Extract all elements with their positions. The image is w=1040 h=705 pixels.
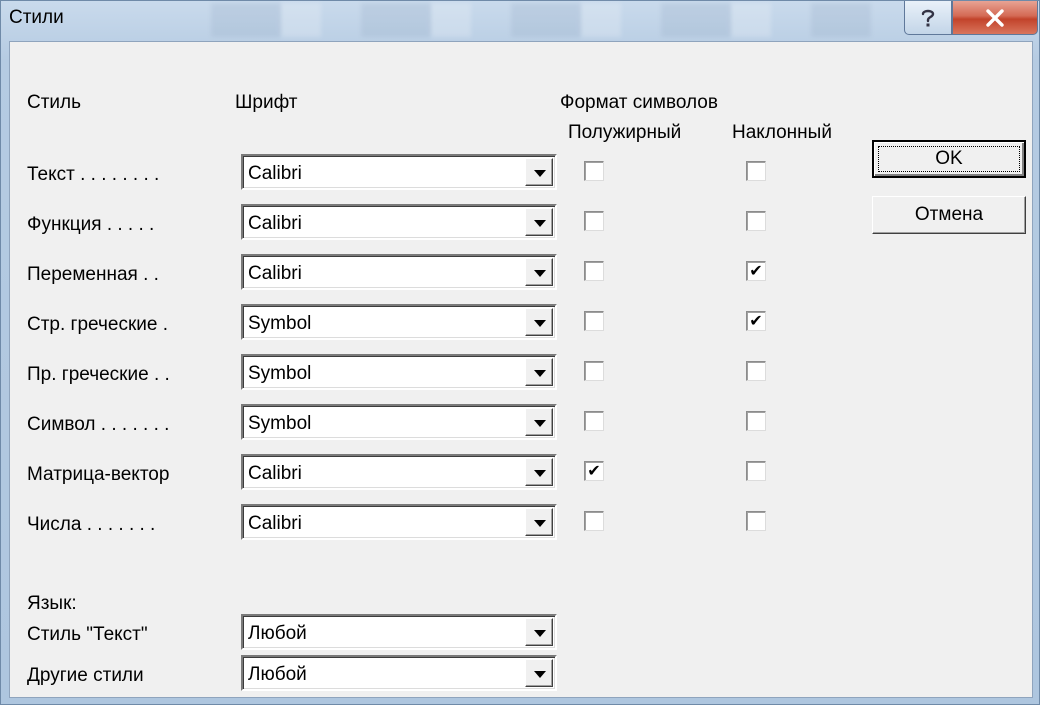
cancel-button-label: Отмена [914, 204, 984, 225]
font-select[interactable]: Symbol [241, 304, 557, 340]
other-styles-language-label: Другие стили [27, 665, 144, 686]
chevron-down-icon[interactable] [525, 258, 553, 286]
dialog-client-area: Стиль Шрифт Формат символов Полужирный Н… [9, 41, 1033, 698]
chevron-down-icon[interactable] [525, 158, 553, 186]
italic-checkbox[interactable] [746, 461, 766, 481]
background-blur [171, 3, 871, 37]
help-icon [921, 9, 935, 26]
text-style-language-label: Стиль "Текст" [27, 624, 148, 645]
cancel-button[interactable]: Отмена [872, 196, 1026, 234]
italic-checkbox[interactable]: ✔ [746, 311, 766, 331]
font-select-value: Symbol [248, 313, 312, 334]
chevron-down-icon[interactable] [525, 458, 553, 486]
row-label: Стр. греческие . [27, 314, 168, 335]
chevron-down-icon[interactable] [525, 508, 553, 536]
bold-checkbox[interactable] [584, 211, 604, 231]
font-select-value: Calibri [248, 163, 302, 184]
checkmark-icon: ✔ [749, 261, 763, 280]
row-label: Символ . . . . . . . [27, 414, 170, 435]
text-style-language-value: Любой [248, 623, 307, 644]
other-styles-language-select[interactable]: Любой [241, 655, 557, 691]
italic-checkbox[interactable] [746, 361, 766, 381]
header-font: Шрифт [235, 92, 298, 113]
ok-button[interactable]: OK [872, 140, 1026, 178]
font-select[interactable]: Calibri [241, 204, 557, 240]
bold-checkbox[interactable] [584, 511, 604, 531]
font-select-value: Calibri [248, 463, 302, 484]
language-heading: Язык: [27, 593, 77, 614]
row-label: Матрица-вектор [27, 464, 170, 485]
bold-checkbox[interactable] [584, 361, 604, 381]
chevron-down-icon[interactable] [525, 358, 553, 386]
dialog-window: Стили Стиль Шрифт Формат символов Полужи… [0, 0, 1040, 705]
chevron-down-icon[interactable] [525, 408, 553, 436]
font-select[interactable]: Symbol [241, 354, 557, 390]
font-select-value: Calibri [248, 213, 302, 234]
help-button[interactable] [904, 1, 952, 35]
row-label: Текст . . . . . . . . [27, 164, 160, 185]
font-select-value: Symbol [248, 413, 312, 434]
title-bar: Стили [1, 1, 1040, 37]
chevron-down-icon[interactable] [525, 208, 553, 236]
bold-checkbox[interactable]: ✔ [584, 461, 604, 481]
bold-checkbox[interactable] [584, 161, 604, 181]
font-select[interactable]: Calibri [241, 454, 557, 490]
header-char-format: Формат символов [560, 92, 718, 113]
italic-checkbox[interactable] [746, 411, 766, 431]
bold-checkbox[interactable] [584, 261, 604, 281]
font-select-value: Symbol [248, 363, 312, 384]
row-label: Функция . . . . . [27, 214, 155, 235]
bold-checkbox[interactable] [584, 411, 604, 431]
font-select-value: Calibri [248, 513, 302, 534]
row-label: Переменная . . [27, 264, 159, 285]
italic-checkbox[interactable] [746, 511, 766, 531]
checkmark-icon: ✔ [587, 461, 601, 480]
font-select[interactable]: Calibri [241, 154, 557, 190]
header-bold: Полужирный [568, 122, 682, 143]
italic-checkbox[interactable] [746, 161, 766, 181]
close-icon [986, 8, 1004, 27]
chevron-down-icon[interactable] [525, 659, 553, 687]
font-select[interactable]: Calibri [241, 254, 557, 290]
chevron-down-icon[interactable] [525, 308, 553, 336]
close-button[interactable] [952, 1, 1038, 35]
header-italic: Наклонный [732, 122, 832, 143]
header-style: Стиль [27, 92, 82, 113]
window-title: Стили [9, 7, 64, 28]
row-label: Числа . . . . . . . [27, 514, 156, 535]
other-styles-language-value: Любой [248, 664, 307, 685]
checkmark-icon: ✔ [749, 311, 763, 330]
font-select[interactable]: Calibri [241, 504, 557, 540]
italic-checkbox[interactable]: ✔ [746, 261, 766, 281]
text-style-language-select[interactable]: Любой [241, 614, 557, 650]
italic-checkbox[interactable] [746, 211, 766, 231]
bold-checkbox[interactable] [584, 311, 604, 331]
font-select[interactable]: Symbol [241, 404, 557, 440]
font-select-value: Calibri [248, 263, 302, 284]
chevron-down-icon[interactable] [525, 618, 553, 646]
focus-rect [878, 146, 1020, 172]
row-label: Пр. греческие . . [27, 364, 170, 385]
